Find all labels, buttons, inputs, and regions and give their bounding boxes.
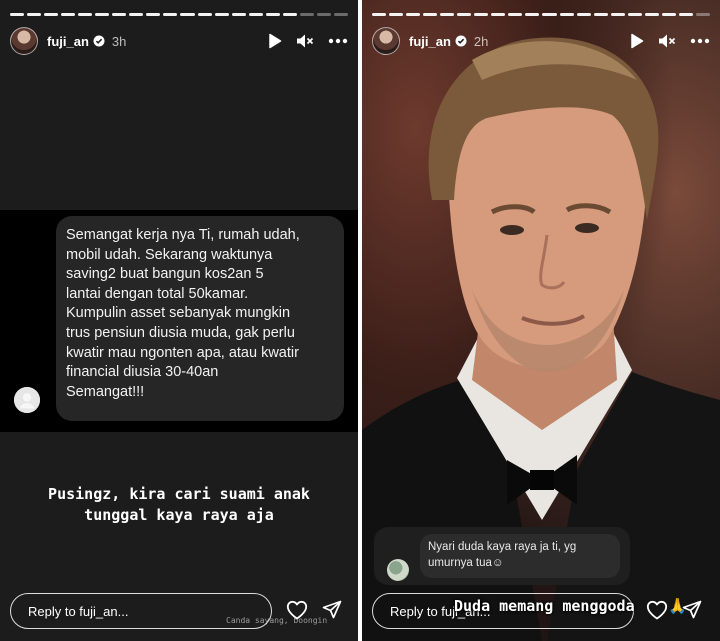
- mute-icon[interactable]: [658, 33, 676, 49]
- avatar[interactable]: [10, 27, 38, 55]
- progress-segment: [491, 13, 506, 16]
- progress-segment: [423, 13, 438, 16]
- time-ago: 3h: [111, 33, 127, 49]
- progress-segment: [678, 13, 693, 16]
- watermark-text: Canda sayang, boongin: [226, 616, 328, 625]
- progress-segment: [299, 13, 314, 16]
- story-caption: Duda memang menggoda: [454, 597, 635, 615]
- story-left[interactable]: fuji_an 3h Semangat kerja nya Ti, rumah …: [0, 0, 358, 641]
- progress-segment: [474, 13, 489, 16]
- progress-segment: [389, 13, 404, 16]
- play-icon[interactable]: [630, 33, 644, 49]
- progress-segment: [542, 13, 557, 16]
- story-progress-bar: [10, 13, 348, 16]
- praying-hands-emoji: 🙏: [668, 598, 687, 615]
- progress-segment: [78, 13, 93, 16]
- progress-segment: [112, 13, 127, 16]
- progress-segment: [163, 13, 178, 16]
- comment-text: Nyari duda kaya raya ja ti, yg umurnya t…: [420, 534, 620, 578]
- progress-segment: [372, 13, 387, 16]
- progress-segment: [146, 13, 161, 16]
- progress-segment: [661, 13, 676, 16]
- progress-segment: [27, 13, 42, 16]
- commenter-avatar: [387, 559, 409, 581]
- default-user-icon: [14, 387, 40, 413]
- progress-segment: [180, 13, 195, 16]
- progress-segment: [44, 13, 59, 16]
- story-right[interactable]: fuji_an 2h Nyari duda kaya raya ja ti, y…: [362, 0, 720, 641]
- progress-segment: [129, 13, 144, 16]
- username[interactable]: fuji_an: [409, 34, 451, 49]
- verified-icon: [455, 35, 467, 47]
- comment-sticker: Nyari duda kaya raya ja ti, yg umurnya t…: [374, 527, 630, 585]
- story-caption: Pusingz, kira cari suami anak tunggal ka…: [48, 485, 310, 524]
- heart-icon[interactable]: [646, 600, 668, 620]
- story-progress-bar: [372, 13, 710, 16]
- story-header: fuji_an 3h: [10, 26, 348, 56]
- progress-segment: [248, 13, 263, 16]
- time-ago: 2h: [473, 33, 489, 49]
- progress-segment: [576, 13, 591, 16]
- progress-segment: [627, 13, 642, 16]
- progress-segment: [265, 13, 280, 16]
- more-icon[interactable]: [690, 38, 710, 44]
- progress-segment: [695, 13, 710, 16]
- progress-segment: [457, 13, 472, 16]
- avatar[interactable]: [372, 27, 400, 55]
- progress-segment: [231, 13, 246, 16]
- progress-segment: [559, 13, 574, 16]
- story-header: fuji_an 2h: [372, 26, 710, 56]
- progress-segment: [525, 13, 540, 16]
- progress-segment: [61, 13, 76, 16]
- play-icon[interactable]: [268, 33, 282, 49]
- mute-icon[interactable]: [296, 33, 314, 49]
- message-text: Semangat kerja nya Ti, rumah udah, mobil…: [66, 227, 300, 400]
- verified-icon: [93, 35, 105, 47]
- username[interactable]: fuji_an: [47, 34, 89, 49]
- progress-segment: [406, 13, 421, 16]
- dm-screenshot-panel: Semangat kerja nya Ti, rumah udah, mobil…: [0, 210, 358, 432]
- progress-segment: [508, 13, 523, 16]
- progress-segment: [214, 13, 229, 16]
- progress-segment: [197, 13, 212, 16]
- progress-segment: [440, 13, 455, 16]
- sender-avatar: [14, 387, 40, 413]
- progress-segment: [282, 13, 297, 16]
- progress-segment: [610, 13, 625, 16]
- progress-segment: [593, 13, 608, 16]
- more-icon[interactable]: [328, 38, 348, 44]
- progress-segment: [95, 13, 110, 16]
- progress-segment: [316, 13, 331, 16]
- progress-segment: [10, 13, 25, 16]
- progress-segment: [644, 13, 659, 16]
- progress-segment: [333, 13, 348, 16]
- message-bubble: Semangat kerja nya Ti, rumah udah, mobil…: [56, 216, 344, 421]
